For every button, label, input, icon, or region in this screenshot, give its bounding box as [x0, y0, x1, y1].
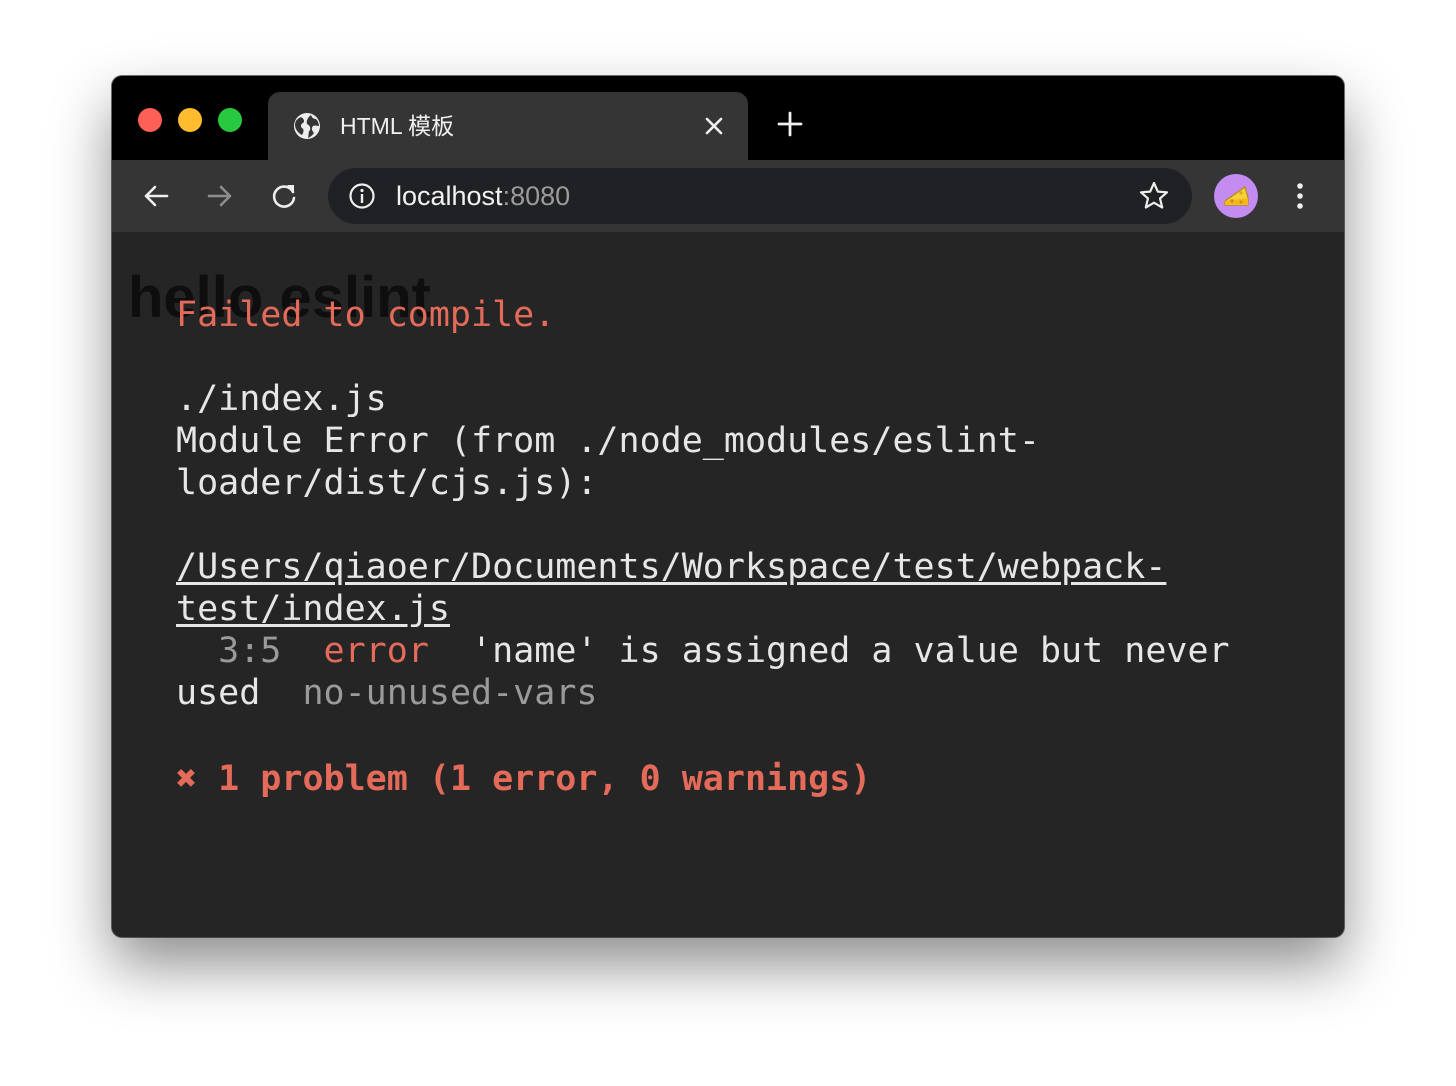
address-bar[interactable]: localhost:8080	[328, 168, 1192, 224]
url-text[interactable]: localhost:8080	[396, 181, 570, 211]
url-host: localhost	[396, 181, 503, 211]
browser-toolbar: localhost:8080	[112, 160, 1344, 232]
arrow-right-icon[interactable]	[204, 180, 236, 212]
error-file: ./index.js	[176, 379, 387, 419]
error-x-icon: ✖	[176, 759, 198, 799]
star-icon[interactable]	[1138, 180, 1170, 212]
info-icon[interactable]	[348, 182, 376, 210]
problem-severity: error	[323, 631, 429, 671]
url-port: :8080	[502, 181, 571, 211]
globe-icon	[294, 113, 320, 139]
problem-message-line-1: 'name' is assigned a value but never	[471, 631, 1230, 671]
error-path-link-1[interactable]: /Users/qiaoer/Documents/Workspace/test/w…	[176, 547, 1166, 587]
module-error-line-2: loader/dist/cjs.js):	[176, 463, 598, 503]
close-window-button[interactable]	[138, 108, 162, 132]
plus-icon[interactable]	[776, 110, 804, 138]
problem-location: 3:5	[218, 631, 282, 671]
error-overlay: Failed to compile. ./index.js Module Error…	[176, 294, 1296, 800]
kebab-menu-icon[interactable]	[1288, 180, 1312, 212]
tab-title: HTML 模板	[340, 113, 455, 139]
zoom-window-button[interactable]	[218, 108, 242, 132]
compile-error-title: Failed to compile.	[176, 295, 556, 335]
profile-avatar[interactable]	[1214, 174, 1258, 218]
minimize-window-button[interactable]	[178, 108, 202, 132]
problem-summary: 1 problem (1 error, 0 warnings)	[218, 759, 872, 799]
problem-message-line-2: used	[176, 673, 261, 713]
reload-icon[interactable]	[268, 180, 300, 212]
page-content: hello eslint Failed to compile. ./index.j…	[112, 232, 1344, 937]
error-path-link-2[interactable]: test/index.js	[176, 589, 450, 629]
cheese-avatar-icon	[1224, 186, 1249, 206]
module-error-line-1: Module Error (from ./node_modules/eslint…	[176, 421, 1040, 461]
close-icon[interactable]	[702, 114, 726, 138]
browser-window: HTML 模板 localhost:8080 hello eslint Fail…	[112, 76, 1344, 937]
tab-strip: HTML 模板	[112, 76, 1344, 160]
arrow-left-icon[interactable]	[140, 180, 172, 212]
problem-rule: no-unused-vars	[302, 673, 598, 713]
tab-html-template[interactable]: HTML 模板	[268, 92, 748, 160]
